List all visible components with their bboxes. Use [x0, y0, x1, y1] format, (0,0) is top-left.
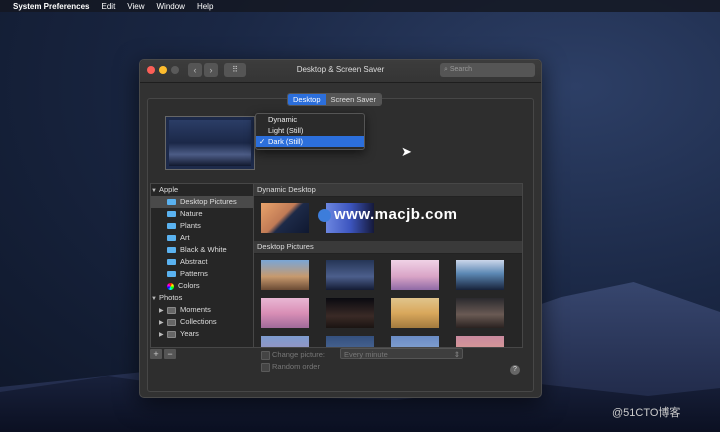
sidebar-item-moments[interactable]: ▶ Moments — [151, 304, 254, 316]
preferences-window: ‹ › ⠿ Desktop & Screen Saver ⌕ Search De… — [139, 59, 542, 398]
sidebar-item-black-white[interactable]: Black & White — [151, 244, 254, 256]
title-bar: ‹ › ⠿ Desktop & Screen Saver ⌕ Search — [140, 60, 541, 83]
wallpaper-thumbnail[interactable] — [326, 336, 374, 347]
search-placeholder: Search — [449, 66, 473, 73]
wallpaper-thumbnail[interactable] — [391, 260, 439, 290]
menu-app-name[interactable]: System Preferences — [13, 2, 90, 11]
sidebar-item-abstract[interactable]: Abstract — [151, 256, 254, 268]
wallpaper-thumbnail[interactable] — [456, 336, 504, 347]
interval-value: Every minute — [344, 350, 388, 359]
photos-folder-icon — [167, 318, 176, 326]
menu-help[interactable]: Help — [197, 2, 213, 11]
folder-icon — [167, 235, 176, 242]
sidebar-group-photos[interactable]: ▼ Photos — [151, 292, 254, 304]
change-picture-label: Change picture: — [272, 350, 325, 359]
random-order-checkbox[interactable] — [261, 363, 270, 372]
wallpaper-thumbnail[interactable] — [456, 260, 504, 290]
updown-chevron-icon: ⇕ — [453, 350, 460, 359]
tab-bar: Desktop Screen Saver — [287, 93, 382, 106]
corner-watermark: @51CTO博客 — [612, 407, 681, 419]
option-dark-label: Dark (Still) — [268, 137, 303, 146]
color-wheel-icon — [167, 282, 174, 290]
change-picture-checkbox[interactable] — [261, 351, 270, 360]
sidebar-item-patterns[interactable]: Patterns — [151, 268, 254, 280]
watermark-logo-icon — [318, 208, 331, 222]
folder-icon — [167, 259, 176, 266]
add-folder-button[interactable]: + — [150, 349, 162, 359]
wallpaper-thumbnail[interactable] — [326, 260, 374, 290]
photos-folder-icon — [167, 306, 176, 314]
sidebar-item-plants[interactable]: Plants — [151, 220, 254, 232]
menu-window[interactable]: Window — [157, 2, 185, 11]
menu-view[interactable]: View — [127, 2, 144, 11]
disclosure-closed-icon[interactable]: ▶ — [159, 329, 167, 341]
change-interval-select[interactable]: Every minute ⇕ — [340, 348, 463, 359]
sidebar-group-apple[interactable]: ▼ Apple — [151, 184, 254, 196]
appearance-dropdown[interactable]: Dynamic Light (Still) ✓ Dark (Still) — [255, 113, 365, 150]
sidebar-controls: + − — [150, 349, 178, 359]
wallpaper-thumbnail[interactable] — [391, 298, 439, 328]
wallpaper-thumbnail[interactable] — [261, 298, 309, 328]
sidebar-item-desktop-pictures[interactable]: Desktop Pictures — [151, 196, 254, 208]
wallpaper-thumbnail[interactable] — [456, 298, 504, 328]
option-dynamic[interactable]: Dynamic — [256, 114, 364, 125]
sidebar-item-years[interactable]: ▶ Years — [151, 328, 254, 340]
option-light-still[interactable]: Light (Still) — [256, 125, 364, 136]
site-watermark: www.macjb.com — [318, 206, 457, 223]
menu-edit[interactable]: Edit — [102, 2, 116, 11]
sidebar-item-collections[interactable]: ▶ Collections — [151, 316, 254, 328]
sidebar-item-colors[interactable]: Colors — [151, 280, 254, 292]
sidebar-item-nature[interactable]: Nature — [151, 208, 254, 220]
tab-screen-saver[interactable]: Screen Saver — [325, 94, 381, 105]
remove-folder-button[interactable]: − — [164, 349, 176, 359]
folder-icon — [167, 199, 176, 206]
preview-image — [169, 120, 251, 166]
tab-desktop[interactable]: Desktop — [288, 94, 326, 105]
wallpaper-thumbnail[interactable] — [261, 260, 309, 290]
wallpaper-preview — [165, 116, 255, 170]
wallpaper-thumbnail-mojave-dynamic[interactable] — [261, 203, 309, 233]
wallpaper-thumbnail[interactable] — [391, 336, 439, 347]
folder-icon — [167, 247, 176, 254]
help-button[interactable]: ? — [510, 365, 520, 375]
folder-icon — [167, 223, 176, 230]
option-dark-still[interactable]: ✓ Dark (Still) — [256, 136, 364, 147]
folder-icon — [167, 211, 176, 218]
section-header-dynamic: Dynamic Desktop — [254, 184, 522, 197]
photos-folder-icon — [167, 330, 176, 338]
checkmark-icon: ✓ — [259, 137, 266, 146]
random-order-label: Random order — [272, 362, 320, 371]
mouse-pointer-icon: ➤ — [401, 144, 412, 159]
sidebar-item-art[interactable]: Art — [151, 232, 254, 244]
search-input[interactable]: ⌕ Search — [440, 63, 535, 77]
wallpaper-thumbnail[interactable] — [261, 336, 309, 347]
wallpaper-thumbnail[interactable] — [326, 298, 374, 328]
section-header-desktop-pictures: Desktop Pictures — [254, 241, 522, 254]
folder-icon — [167, 271, 176, 278]
menu-bar: System Preferences Edit View Window Help — [0, 0, 720, 12]
source-sidebar: ▼ Apple Desktop Pictures Nature Plants Ar… — [150, 183, 255, 348]
